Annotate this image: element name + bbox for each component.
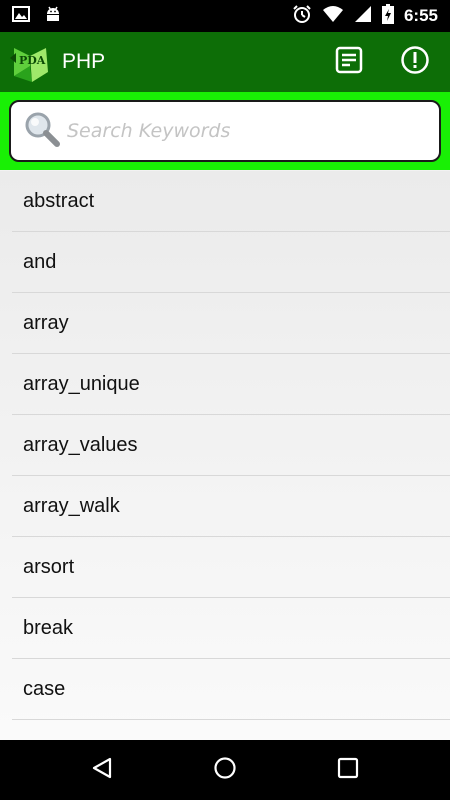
home-button[interactable] bbox=[205, 750, 245, 790]
list-item[interactable]: array_unique bbox=[12, 354, 450, 415]
notes-icon bbox=[335, 46, 363, 79]
status-time: 6:55 bbox=[403, 6, 438, 25]
status-notification-icons bbox=[12, 5, 62, 28]
search-icon bbox=[23, 110, 61, 153]
status-bar: 6:55 bbox=[0, 0, 450, 32]
list-item[interactable]: arsort bbox=[12, 537, 450, 598]
info-icon bbox=[400, 45, 430, 80]
app-logo-text: PDA bbox=[19, 54, 46, 67]
app-bar: PDA PHP bbox=[0, 32, 450, 92]
wifi-icon bbox=[322, 5, 344, 28]
search-area bbox=[0, 92, 450, 170]
list-item[interactable]: abstract bbox=[12, 171, 450, 232]
alarm-icon bbox=[292, 4, 312, 29]
back-icon bbox=[90, 756, 114, 785]
android-icon bbox=[44, 5, 62, 28]
recents-icon bbox=[337, 757, 359, 784]
image-icon bbox=[12, 5, 30, 27]
list-item[interactable]: array bbox=[12, 293, 450, 354]
signal-icon bbox=[354, 5, 372, 28]
list-item[interactable]: break bbox=[12, 598, 450, 659]
battery-icon bbox=[381, 3, 394, 29]
notes-button[interactable] bbox=[332, 45, 366, 79]
list-item[interactable]: array_walk bbox=[12, 476, 450, 537]
status-system-icons: 6:55 bbox=[292, 3, 438, 29]
info-button[interactable] bbox=[398, 45, 432, 79]
search-box[interactable] bbox=[9, 100, 441, 162]
back-button[interactable] bbox=[82, 750, 122, 790]
home-icon bbox=[213, 756, 237, 785]
list-item[interactable]: and bbox=[12, 232, 450, 293]
list-item[interactable]: array_values bbox=[12, 415, 450, 476]
keyword-list: abstract and array array_unique array_va… bbox=[0, 171, 450, 740]
app-title: PHP bbox=[62, 50, 106, 73]
nav-bar bbox=[0, 740, 450, 800]
recents-button[interactable] bbox=[328, 750, 368, 790]
app-logo-icon: PDA bbox=[10, 42, 54, 82]
list-item[interactable]: case bbox=[12, 659, 450, 720]
search-input[interactable] bbox=[67, 120, 427, 142]
app-actions bbox=[332, 45, 440, 79]
